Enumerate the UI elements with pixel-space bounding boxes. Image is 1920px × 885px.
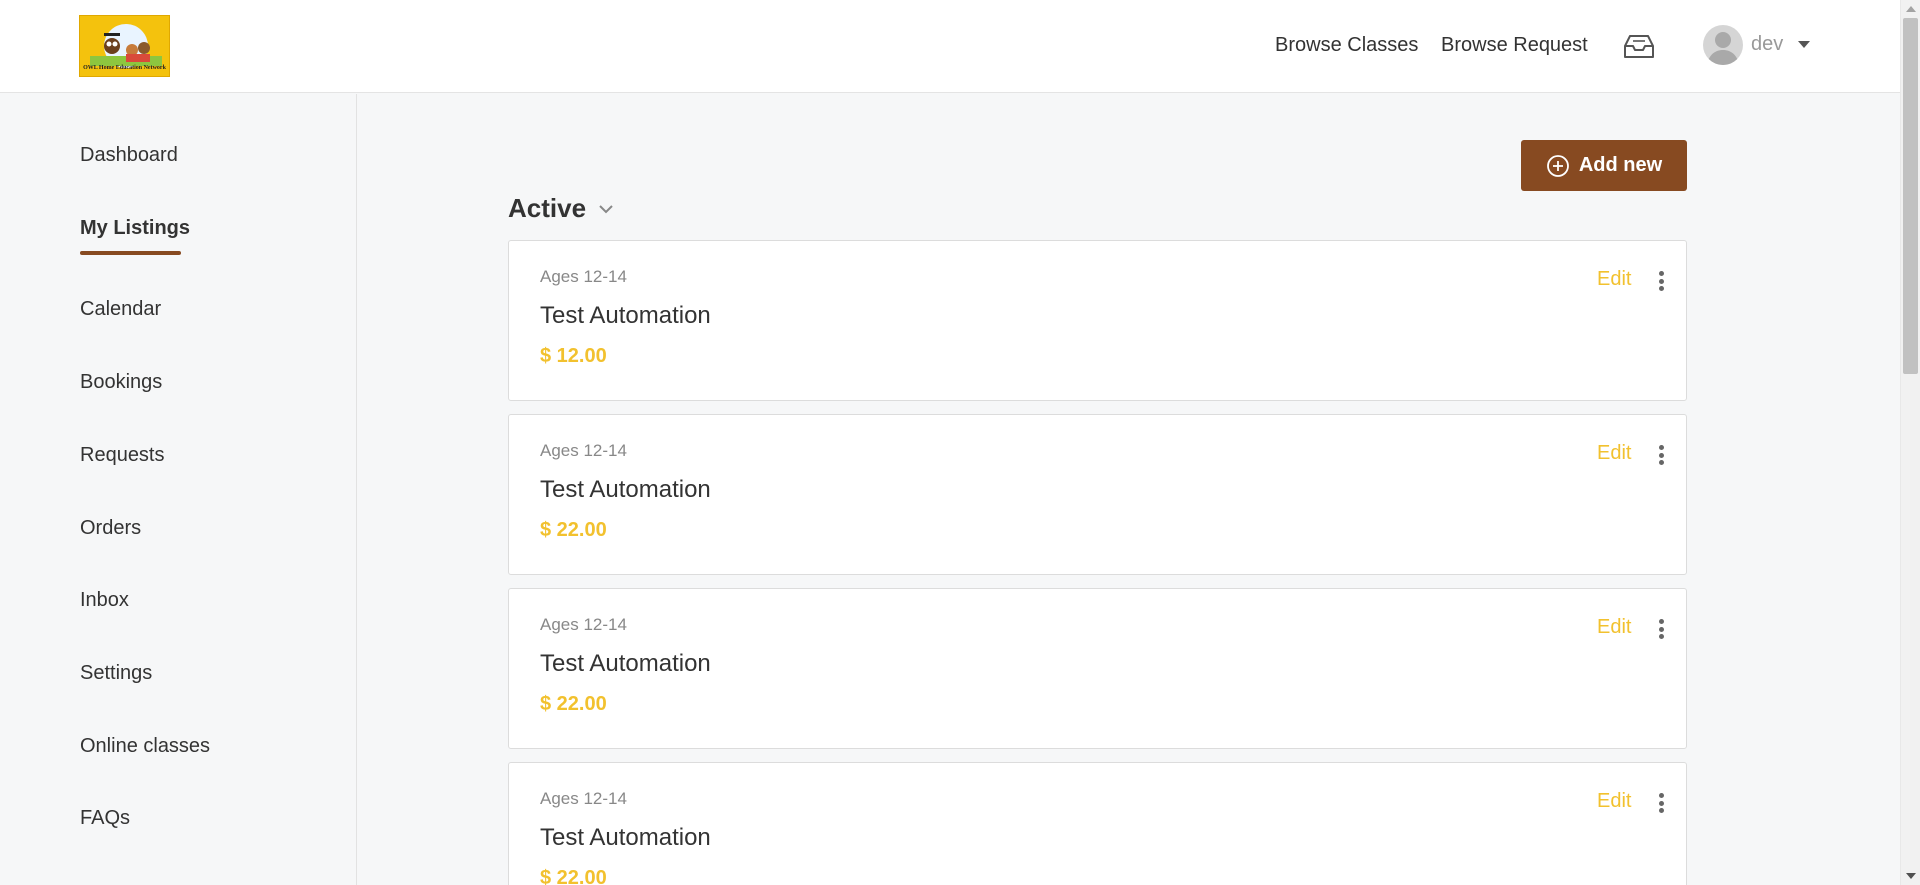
sidebar-item-requests[interactable]: Requests — [80, 444, 165, 467]
sidebar: Dashboard My Listings Calendar Bookings … — [0, 94, 357, 885]
edit-link[interactable]: Edit — [1597, 790, 1631, 813]
sidebar-item-bookings[interactable]: Bookings — [80, 371, 162, 394]
scroll-down-arrow-icon[interactable] — [1906, 873, 1916, 879]
edit-link[interactable]: Edit — [1597, 616, 1631, 639]
status-filter-label: Active — [508, 193, 587, 223]
listing-card[interactable]: Ages 12-14 Test Automation $ 22.00 Edit — [508, 414, 1687, 575]
more-options-icon[interactable] — [1657, 445, 1665, 467]
more-options-icon[interactable] — [1657, 793, 1665, 815]
nav-browse-request[interactable]: Browse Request — [1441, 34, 1588, 57]
scroll-up-arrow-icon[interactable] — [1906, 6, 1916, 12]
more-options-icon[interactable] — [1657, 619, 1665, 641]
user-menu-caret-icon[interactable] — [1798, 41, 1810, 48]
edit-link[interactable]: Edit — [1597, 268, 1631, 291]
sidebar-item-orders[interactable]: Orders — [80, 517, 141, 540]
user-avatar[interactable] — [1703, 25, 1743, 65]
owl-logo-art — [90, 24, 162, 68]
status-filter-dropdown[interactable]: Active — [508, 193, 614, 224]
listing-title[interactable]: Test Automation — [540, 476, 711, 504]
sidebar-item-online-classes[interactable]: Online classes — [80, 735, 210, 758]
listing-price: $ 12.00 — [540, 345, 607, 367]
listing-title[interactable]: Test Automation — [540, 650, 711, 678]
listing-ages: Ages 12-14 — [540, 267, 627, 286]
listing-card[interactable]: Ages 12-14 Test Automation $ 22.00 Edit — [508, 588, 1687, 749]
sidebar-item-calendar[interactable]: Calendar — [80, 298, 161, 321]
more-options-icon[interactable] — [1657, 271, 1665, 293]
chevron-down-icon — [599, 204, 613, 213]
add-new-button[interactable]: Add new — [1521, 140, 1687, 191]
inbox-tray-icon[interactable] — [1622, 32, 1656, 60]
top-header: OWL Home Education Network Browse Classe… — [0, 0, 1900, 93]
listing-ages: Ages 12-14 — [540, 615, 627, 634]
user-silhouette-icon — [1707, 32, 1739, 65]
sidebar-item-dashboard[interactable]: Dashboard — [80, 144, 178, 167]
listing-ages: Ages 12-14 — [540, 789, 627, 808]
nav-browse-classes[interactable]: Browse Classes — [1275, 34, 1418, 57]
listing-price: $ 22.00 — [540, 867, 607, 885]
owl-logo[interactable]: OWL Home Education Network — [79, 15, 170, 77]
active-item-underline — [80, 251, 181, 255]
listing-ages: Ages 12-14 — [540, 441, 627, 460]
listing-title[interactable]: Test Automation — [540, 302, 711, 330]
listing-price: $ 22.00 — [540, 693, 607, 715]
sidebar-item-settings[interactable]: Settings — [80, 662, 152, 685]
sidebar-item-faqs[interactable]: FAQs — [80, 807, 130, 830]
listing-title[interactable]: Test Automation — [540, 824, 711, 852]
user-name[interactable]: dev — [1751, 33, 1783, 56]
sidebar-item-my-listings[interactable]: My Listings — [80, 217, 190, 240]
add-new-label: Add new — [1578, 154, 1663, 176]
listing-price: $ 22.00 — [540, 519, 607, 541]
sidebar-item-inbox[interactable]: Inbox — [80, 589, 129, 612]
scrollbar-thumb[interactable] — [1903, 18, 1918, 374]
plus-circle-icon — [1546, 154, 1569, 177]
logo-text: OWL Home Education Network — [83, 65, 166, 71]
page-scrollbar[interactable] — [1900, 0, 1920, 885]
edit-link[interactable]: Edit — [1597, 442, 1631, 465]
listing-card[interactable]: Ages 12-14 Test Automation $ 12.00 Edit — [508, 240, 1687, 401]
listing-card[interactable]: Ages 12-14 Test Automation $ 22.00 Edit — [508, 762, 1687, 885]
